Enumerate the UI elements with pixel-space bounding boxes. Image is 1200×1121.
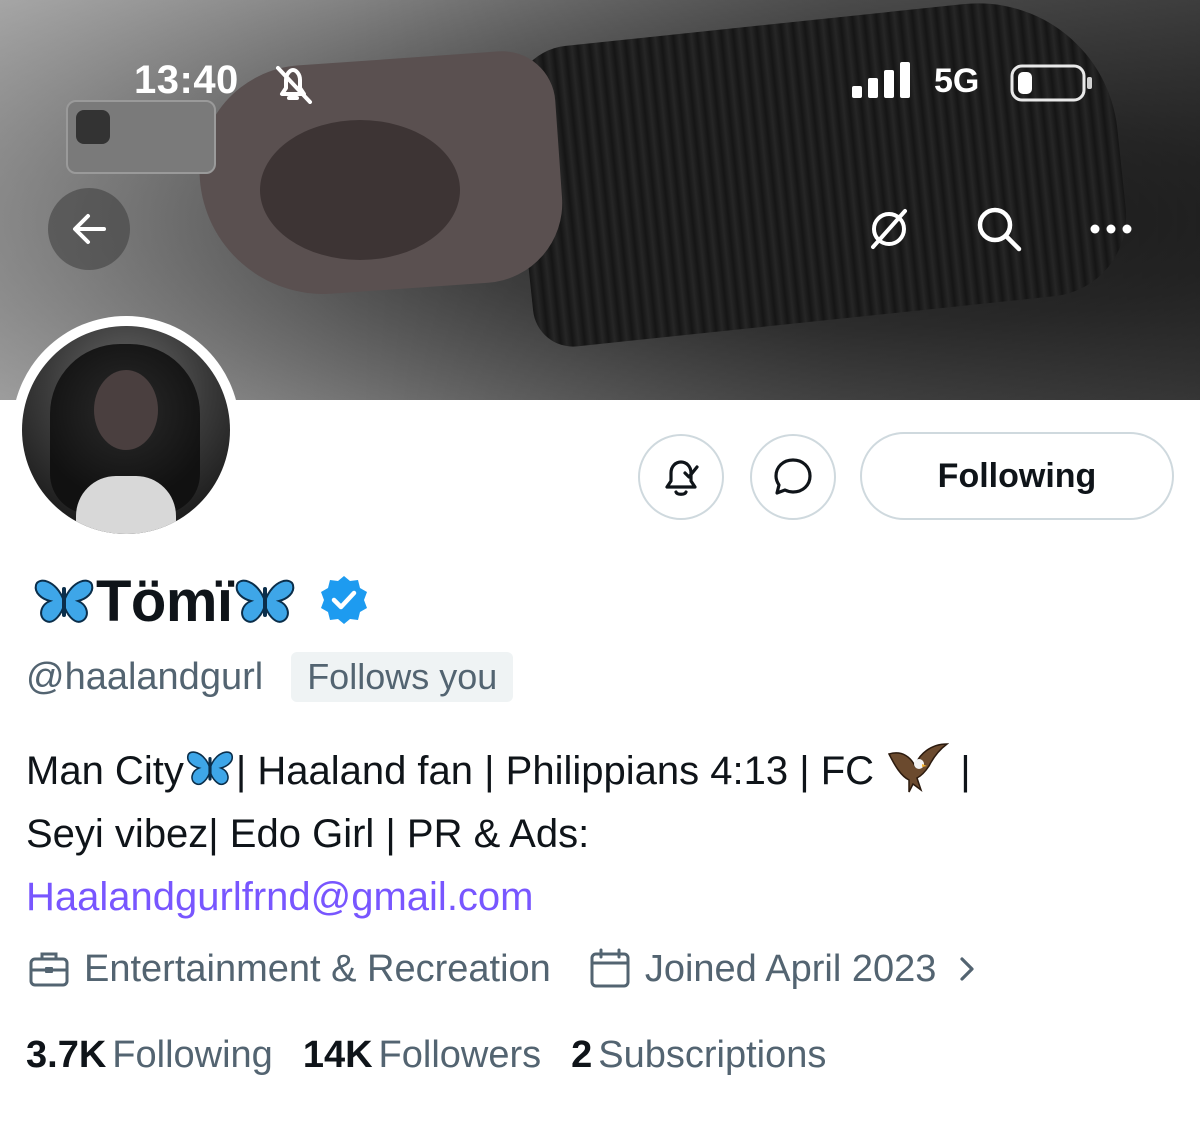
butterfly-emoji-icon bbox=[186, 751, 233, 786]
more-button[interactable] bbox=[1080, 198, 1142, 260]
briefcase-icon bbox=[29, 952, 69, 987]
silent-mode-icon bbox=[268, 64, 318, 104]
bell-check-icon bbox=[665, 460, 699, 496]
chat-bubble-icon bbox=[774, 458, 812, 495]
back-button[interactable] bbox=[48, 188, 130, 270]
grok-icon bbox=[871, 209, 907, 249]
following-button[interactable]: Following bbox=[860, 432, 1174, 520]
handle-row: @haalandgurl Follows you bbox=[26, 652, 514, 702]
avatar[interactable] bbox=[12, 316, 240, 544]
notifications-button[interactable] bbox=[638, 434, 724, 520]
chevron-right-icon bbox=[960, 957, 974, 981]
calendar-icon bbox=[590, 948, 630, 988]
followers-count: 14K bbox=[302, 1034, 373, 1076]
profile-bio: Man City | Haaland fan | Philippians 4:1… bbox=[26, 740, 1176, 929]
subscriptions-label: Subscriptions bbox=[598, 1034, 827, 1076]
banner-photo-shadow bbox=[260, 120, 460, 260]
profile-category: Entertainment & Recreation bbox=[84, 947, 551, 990]
eagle-emoji-icon bbox=[888, 743, 950, 793]
following-count: 3.7K bbox=[26, 1034, 107, 1076]
avatar-image bbox=[22, 326, 230, 534]
subscriptions-stat[interactable]: 2 Subscriptions bbox=[571, 1034, 826, 1077]
cellular-signal-icon bbox=[852, 62, 914, 98]
following-stat[interactable]: 3.7K Following bbox=[26, 1034, 273, 1077]
search-button[interactable] bbox=[968, 198, 1030, 260]
back-arrow-icon bbox=[73, 214, 106, 244]
display-name: Tömï bbox=[96, 568, 233, 634]
verified-badge-icon[interactable] bbox=[317, 574, 371, 628]
user-handle: @haalandgurl bbox=[26, 655, 264, 698]
network-type: 5G bbox=[934, 62, 980, 100]
more-icon bbox=[1090, 224, 1132, 234]
joined-date: Joined April 2023 bbox=[644, 947, 937, 990]
battery-icon bbox=[1010, 64, 1094, 102]
joined-item[interactable]: Joined April 2023 bbox=[587, 946, 983, 992]
following-label: Following bbox=[112, 1034, 273, 1076]
banner-photo-phone bbox=[66, 100, 216, 174]
subscriptions-count: 2 bbox=[571, 1034, 593, 1076]
status-time: 13:40 bbox=[134, 58, 239, 102]
profile-meta-row: Entertainment & Recreation Joined April … bbox=[26, 946, 1018, 992]
bio-email-link[interactable]: Haalandgurlfrnd@gmail.com bbox=[26, 875, 534, 919]
followers-stat[interactable]: 14K Followers bbox=[303, 1034, 541, 1077]
followers-label: Followers bbox=[378, 1034, 542, 1076]
search-icon bbox=[977, 207, 1022, 252]
message-button[interactable] bbox=[750, 434, 836, 520]
butterfly-emoji-icon bbox=[235, 579, 294, 623]
profile-stats-row: 3.7K Following 14K Followers 2 Subscription… bbox=[26, 1034, 856, 1077]
category-item: Entertainment & Recreation bbox=[26, 946, 551, 992]
grok-button[interactable] bbox=[858, 198, 920, 260]
display-name-row: Tömï bbox=[32, 566, 371, 636]
follows-you-badge: Follows you bbox=[291, 652, 514, 702]
butterfly-emoji-icon bbox=[34, 579, 94, 623]
